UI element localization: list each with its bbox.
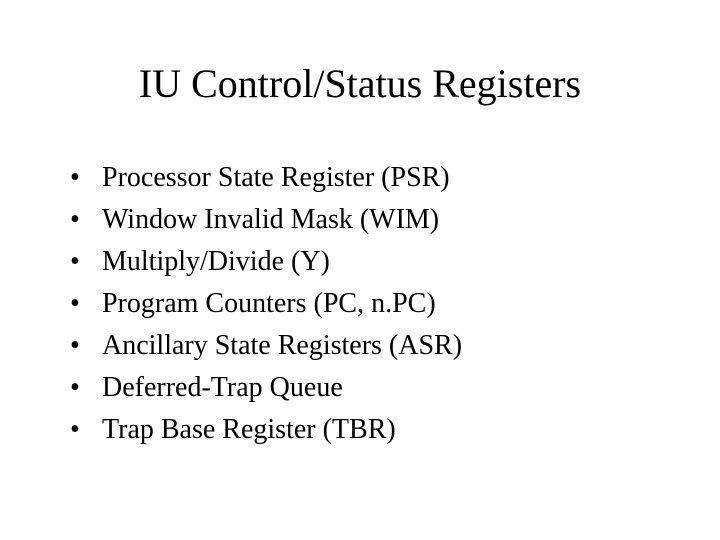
list-item: • Processor State Register (PSR) (70, 157, 660, 199)
bullet-icon: • (70, 241, 80, 283)
list-item-text: Processor State Register (PSR) (102, 162, 450, 193)
bullet-list: • Processor State Register (PSR) • Windo… (70, 157, 660, 451)
slide: IU Control/Status Registers • Processor … (0, 0, 720, 540)
list-item: • Trap Base Register (TBR) (70, 409, 660, 451)
list-item-text: Ancillary State Registers (ASR) (102, 330, 462, 361)
bullet-icon: • (70, 199, 80, 241)
list-item-text: Deferred-Trap Queue (102, 372, 343, 403)
list-item: • Deferred-Trap Queue (70, 367, 660, 409)
list-item-text: Multiply/Divide (Y) (102, 246, 330, 277)
list-item: • Ancillary State Registers (ASR) (70, 325, 660, 367)
bullet-icon: • (70, 409, 80, 451)
bullet-icon: • (70, 367, 80, 409)
list-item-text: Window Invalid Mask (WIM) (102, 204, 439, 235)
slide-title: IU Control/Status Registers (60, 60, 660, 107)
list-item-text: Program Counters (PC, n.PC) (102, 288, 436, 319)
list-item: • Window Invalid Mask (WIM) (70, 199, 660, 241)
bullet-icon: • (70, 283, 80, 325)
bullet-icon: • (70, 157, 80, 199)
list-item-text: Trap Base Register (TBR) (102, 414, 396, 445)
bullet-icon: • (70, 325, 80, 367)
list-item: • Multiply/Divide (Y) (70, 241, 660, 283)
list-item: • Program Counters (PC, n.PC) (70, 283, 660, 325)
